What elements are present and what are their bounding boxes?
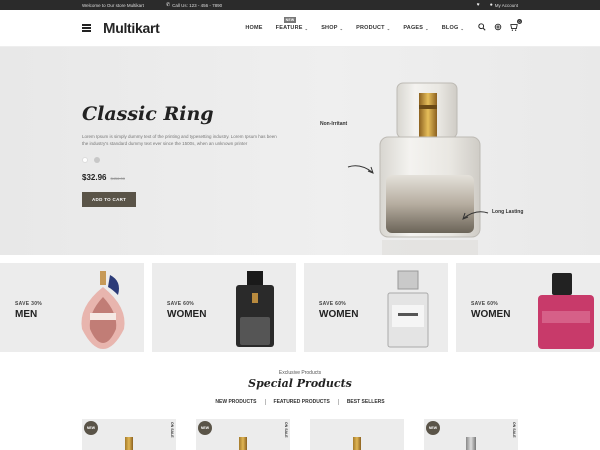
color-options (82, 157, 282, 163)
nav-label: PRODUCT (356, 25, 385, 31)
add-to-cart-button[interactable]: ADD TO CART (82, 192, 137, 207)
new-badge: NEW (84, 421, 98, 435)
new-badge: NEW (198, 421, 212, 435)
color-swatch-white[interactable] (82, 157, 88, 163)
product-card[interactable] (310, 419, 404, 450)
cart-count: 0 (517, 19, 522, 24)
category-label: WOMEN (471, 309, 511, 320)
nav-label: PAGES (403, 25, 424, 31)
main-nav: HOME NEW FEATURE ⌄ SHOP ⌄ PRODUCT ⌄ PAGES ⌄ … (245, 17, 464, 31)
perfume-image (236, 271, 274, 347)
chevron-down-icon: ⌄ (460, 25, 464, 31)
header-tools: 0 (478, 19, 522, 33)
perfume-bottle-image (379, 82, 481, 255)
hero-content: Classic Ring Lorem Ipsum is simply dummy… (82, 103, 282, 207)
nav-feature[interactable]: NEW FEATURE ⌄ (275, 17, 309, 31)
arrow-left-icon (462, 211, 489, 220)
nav-home[interactable]: HOME (245, 25, 262, 31)
search-icon[interactable] (478, 23, 486, 33)
welcome-text: Welcome to Our store Multikart (82, 2, 144, 8)
hero-title: Classic Ring (82, 103, 214, 125)
perfume-image (81, 271, 125, 349)
logo-text: ultikart (115, 20, 160, 36)
topbar: Welcome to Our store Multikart ✆ Call Us… (0, 0, 600, 10)
product-tabs: NEW PRODUCTS FEATURED PRODUCTS BEST SELL… (0, 399, 600, 405)
nav-pages[interactable]: PAGES ⌄ (403, 25, 428, 31)
nav-label: HOME (245, 25, 263, 31)
new-badge: NEW (283, 17, 297, 23)
menu-icon[interactable] (82, 24, 91, 32)
discount-label: SAVE 30% (15, 301, 43, 307)
perfume-image (387, 270, 429, 348)
on-sale-label: ON SALE (512, 422, 516, 438)
phone-text: Call Us: 123 - 456 - 7890 (172, 2, 223, 8)
nav-shop[interactable]: SHOP ⌄ (321, 25, 343, 31)
heart-icon[interactable]: ♥ (477, 2, 480, 8)
nav-product[interactable]: PRODUCT ⌄ (356, 25, 390, 31)
section-title: Special Products (248, 377, 352, 390)
new-badge: NEW (426, 421, 440, 435)
discount-label: SAVE 60% (319, 301, 347, 307)
product-card[interactable]: NEW ON SALE (82, 419, 176, 450)
chevron-down-icon: ⌄ (386, 25, 391, 31)
perfume-image (538, 273, 594, 349)
user-icon: ● (489, 2, 493, 8)
color-swatch-grey[interactable] (94, 157, 100, 163)
product-image (239, 437, 247, 450)
hero-banner: Classic Ring Lorem Ipsum is simply dummy… (0, 47, 600, 255)
category-banner-men[interactable]: SAVE 30% MEN (0, 263, 144, 352)
product-image (353, 437, 361, 450)
account-link[interactable]: ● My Account (490, 2, 518, 8)
product-card[interactable]: NEW ON SALE (196, 419, 290, 450)
tab-best-sellers[interactable]: BEST SELLERS (339, 399, 393, 405)
account-label: My Account (494, 2, 518, 8)
nav-blog[interactable]: BLOG ⌄ (442, 25, 464, 31)
nav-label: SHOP (321, 25, 338, 31)
discount-label: SAVE 60% (167, 301, 195, 307)
callout-long-lasting: Long Lasting (492, 209, 524, 215)
category-banner-women-1[interactable]: SAVE 60% WOMEN (152, 263, 296, 352)
category-banners: SAVE 30% MEN SAVE 60% WOMEN SAVE 60% WOM… (0, 263, 600, 352)
category-label: WOMEN (167, 309, 207, 320)
discount-label: SAVE 60% (471, 301, 499, 307)
section-kicker: Exclusive Products (278, 370, 322, 376)
tab-featured-products[interactable]: FEATURED PRODUCTS (266, 399, 339, 405)
nav-label: FEATURE (275, 25, 303, 31)
old-price: $456.00 (110, 176, 125, 181)
product-grid: NEW ON SALE NEW ON SALE NEW ON SALE (82, 419, 518, 450)
hero-description: Lorem Ipsum is simply dummy text of the … (82, 134, 277, 146)
category-label: WOMEN (319, 309, 359, 320)
logo[interactable]: Multikart (103, 19, 160, 37)
product-card[interactable]: NEW ON SALE (424, 419, 518, 450)
on-sale-label: ON SALE (284, 422, 288, 438)
chevron-down-icon: ⌄ (339, 25, 344, 31)
chevron-down-icon: ⌄ (425, 25, 429, 31)
price: $32.96 (82, 173, 107, 182)
product-image (125, 437, 133, 450)
phone-info: ✆ Call Us: 123 - 456 - 7890 (166, 2, 222, 8)
category-label: MEN (15, 309, 38, 320)
callout-non-irritant: Non-Irritant (320, 121, 348, 127)
price-block: $32.96 $456.00 (82, 173, 282, 182)
arrow-right-icon (347, 165, 374, 174)
header: Multikart HOME NEW FEATURE ⌄ SHOP ⌄ PRODUC… (0, 10, 600, 47)
phone-icon: ✆ (165, 2, 171, 8)
nav-label: BLOG (441, 25, 459, 31)
special-products-section: Exclusive Products Special Products NEW … (0, 370, 600, 405)
category-banner-women-2[interactable]: SAVE 60% WOMEN (304, 263, 448, 352)
product-image (466, 437, 476, 450)
topbar-right: ♥ ● My Account (477, 2, 518, 8)
chevron-down-icon: ⌄ (304, 25, 309, 31)
category-banner-women-3[interactable]: SAVE 60% WOMEN (456, 263, 600, 352)
cart-icon[interactable]: 0 (510, 19, 522, 33)
tab-new-products[interactable]: NEW PRODUCTS (207, 399, 266, 405)
on-sale-label: ON SALE (170, 422, 174, 438)
logo-m: M (103, 19, 116, 37)
settings-icon[interactable] (494, 23, 502, 33)
